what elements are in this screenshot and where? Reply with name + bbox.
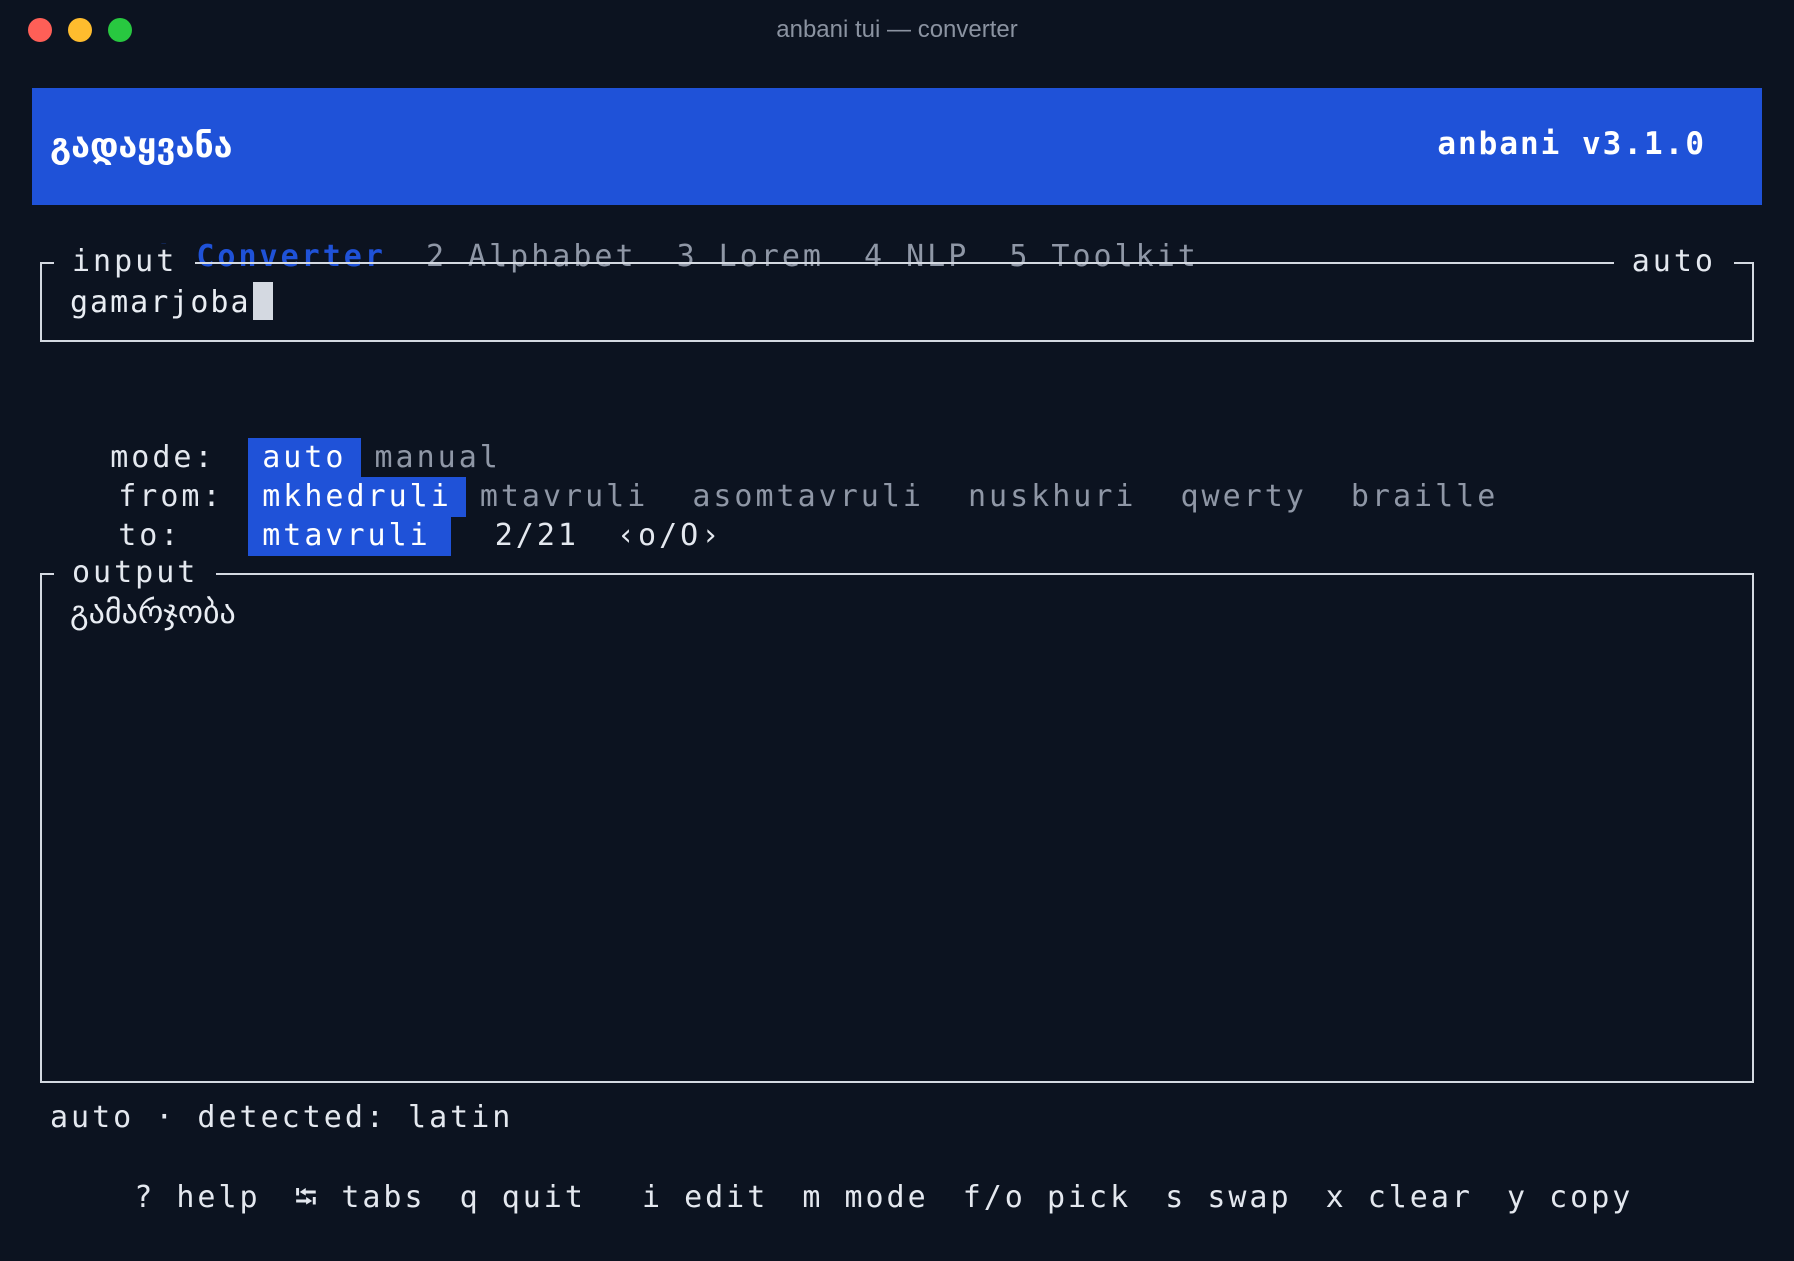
output-panel: output გამარჯობა	[40, 555, 1754, 1083]
tab-key-icon: ⭾	[294, 1180, 321, 1215]
to-row: to: mtavruli 2/21 ‹o/O›	[26, 476, 722, 556]
to-label: to:	[118, 518, 182, 553]
from-option-nuskhuri[interactable]: nuskhuri	[954, 477, 1151, 517]
window-title: anbani tui — converter	[776, 16, 1018, 43]
mode-row: mode: auto manual	[26, 398, 515, 478]
to-cycle-hint: ‹o/O›	[617, 518, 723, 553]
app-header: გადაყვანა anbani v3.1.0	[32, 88, 1762, 205]
key-tabs[interactable]: ⭾ tabs	[295, 1175, 426, 1226]
input-panel[interactable]: input auto gamarjoba	[40, 244, 1754, 342]
to-option-selected[interactable]: mtavruli	[248, 516, 451, 556]
key-edit[interactable]: i edit	[642, 1180, 768, 1215]
input-panel-label: input	[54, 244, 196, 279]
page-title: გადაყვანა	[50, 126, 233, 166]
from-option-braille[interactable]: braille	[1337, 477, 1512, 517]
key-mode[interactable]: m mode	[802, 1180, 928, 1215]
app-version: anbani v3.1.0	[1437, 126, 1706, 162]
terminal-window: anbani tui — converter გადაყვანა anbani …	[0, 0, 1794, 1215]
from-row: from: mkhedruli mtavruli asomtavruli nuskhur…	[26, 437, 1512, 517]
key-pick[interactable]: f/o pick	[963, 1180, 1132, 1215]
text-cursor	[252, 282, 273, 320]
input-mode-indicator: auto	[1613, 244, 1734, 279]
key-quit[interactable]: q quit	[460, 1180, 586, 1215]
key-clear[interactable]: x clear	[1326, 1180, 1473, 1215]
output-value: გამარჯობა	[70, 593, 236, 631]
title-bar: anbani tui — converter	[0, 0, 1794, 60]
status-line: auto · detected: latin	[50, 1100, 514, 1135]
from-option-qwerty[interactable]: qwerty	[1167, 477, 1321, 517]
key-copy[interactable]: y copy	[1507, 1180, 1633, 1215]
output-panel-label: output	[54, 555, 217, 590]
to-position-counter: 2/21	[494, 518, 579, 553]
input-value: gamarjoba	[70, 285, 251, 320]
key-swap[interactable]: s swap	[1165, 1180, 1291, 1215]
input-field[interactable]: gamarjoba	[70, 282, 273, 320]
key-help[interactable]: ? help	[134, 1180, 260, 1215]
keybinding-bar: ? help ⭾ tabs q quit i edit m mode f/o pick s …	[50, 1140, 1667, 1261]
